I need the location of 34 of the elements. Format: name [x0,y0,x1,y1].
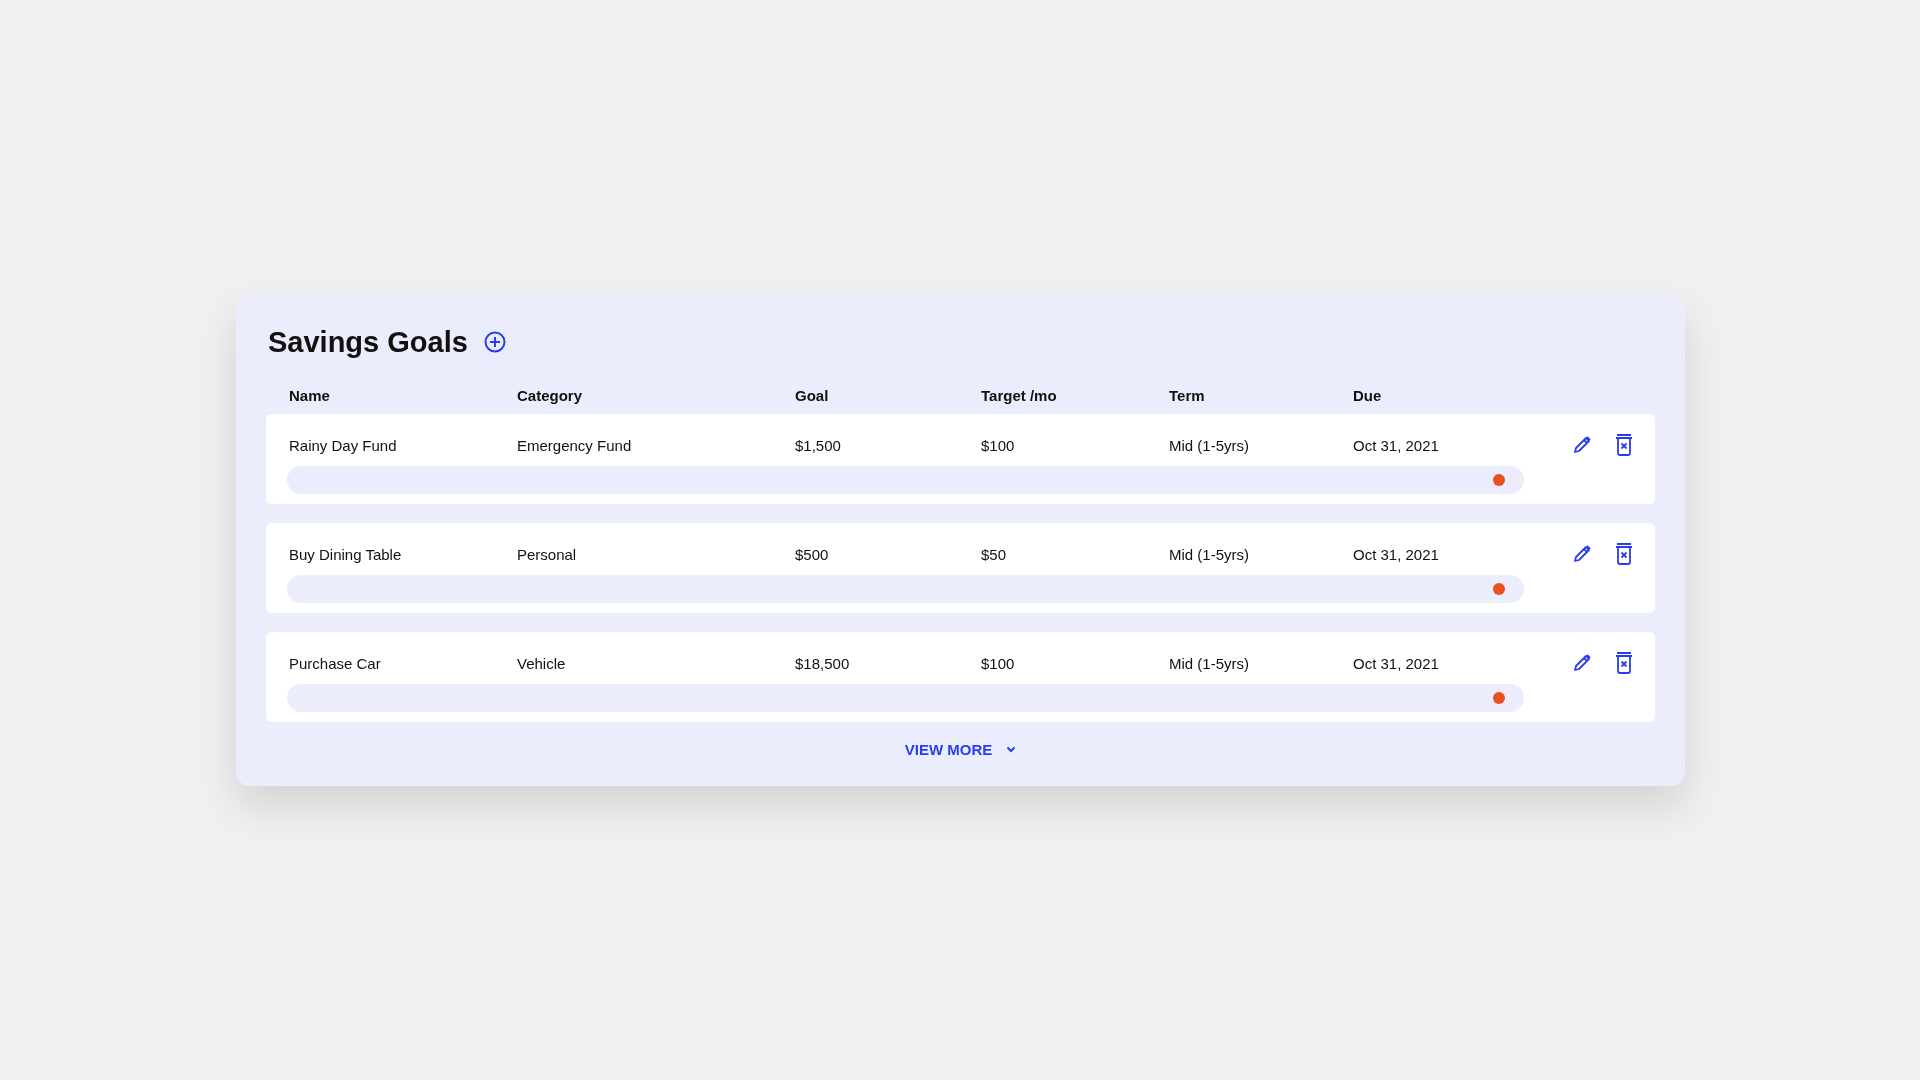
table-cell-text: Emergency Fund [517,436,633,454]
table-cell-text: $1,500 [795,436,842,454]
table-cell-text: $50 [981,545,1008,563]
chevron-down-icon [1006,746,1017,753]
table-cell-text: Oct 31, 2021 [1353,654,1440,672]
column-header: Category [517,386,584,404]
add-circle-icon[interactable] [483,331,506,353]
column-header: Term [1169,386,1206,404]
edit-pencil-icon[interactable] [1571,434,1593,456]
delete-trash-icon[interactable] [1613,433,1635,457]
table-cell-text: Oct 31, 2021 [1353,545,1440,563]
card-title: Savings Goals [268,325,468,359]
column-header: Due [1353,386,1383,404]
table-cell-text: Vehicle [517,654,567,672]
column-header: Goal [795,386,830,404]
column-header: Name [289,386,331,404]
edit-pencil-icon[interactable] [1571,652,1593,674]
table-cell-text: $100 [981,436,1016,454]
table-cell-text: Mid (1-5yrs) [1169,436,1250,454]
table-cell-text: Mid (1-5yrs) [1169,545,1250,563]
table-cell-text: $500 [795,545,830,563]
table-cell-text: Personal [517,545,578,563]
edit-pencil-icon[interactable] [1571,543,1593,565]
column-header: Target /mo [981,386,1058,404]
view-more-button[interactable]: VIEW MORE [898,737,1023,762]
table-cell-text: Mid (1-5yrs) [1169,654,1250,672]
table-cell-text: Rainy Day Fund [289,436,398,454]
table-cell-text: Oct 31, 2021 [1353,436,1440,454]
table-cell-text: Buy Dining Table [289,545,403,563]
table-cell-text: Purchase Car [289,654,382,672]
table-cell-text: $18,500 [795,654,851,672]
delete-trash-icon[interactable] [1613,542,1635,566]
table-cell-text: $100 [981,654,1016,672]
delete-trash-icon[interactable] [1613,651,1635,675]
